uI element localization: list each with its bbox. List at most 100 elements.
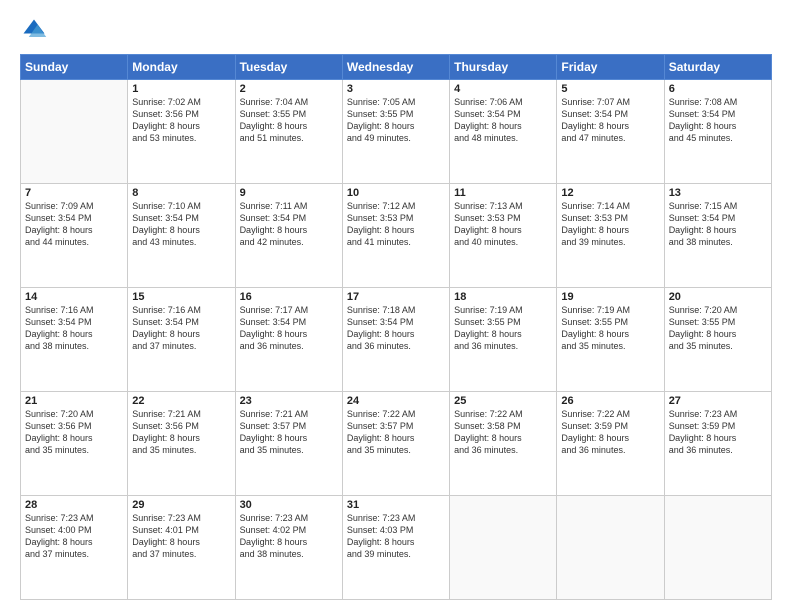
- day-number: 4: [454, 83, 552, 95]
- calendar-cell: 4Sunrise: 7:06 AMSunset: 3:54 PMDaylight…: [450, 80, 557, 184]
- calendar-cell: 10Sunrise: 7:12 AMSunset: 3:53 PMDayligh…: [342, 184, 449, 288]
- day-info: Sunrise: 7:08 AMSunset: 3:54 PMDaylight:…: [669, 96, 767, 145]
- calendar-cell: 17Sunrise: 7:18 AMSunset: 3:54 PMDayligh…: [342, 288, 449, 392]
- day-number: 23: [240, 395, 338, 407]
- weekday-sunday: Sunday: [21, 55, 128, 80]
- calendar-cell: 8Sunrise: 7:10 AMSunset: 3:54 PMDaylight…: [128, 184, 235, 288]
- calendar-cell: 7Sunrise: 7:09 AMSunset: 3:54 PMDaylight…: [21, 184, 128, 288]
- day-number: 17: [347, 291, 445, 303]
- calendar-cell: 29Sunrise: 7:23 AMSunset: 4:01 PMDayligh…: [128, 496, 235, 600]
- weekday-thursday: Thursday: [450, 55, 557, 80]
- day-info: Sunrise: 7:17 AMSunset: 3:54 PMDaylight:…: [240, 304, 338, 353]
- day-info: Sunrise: 7:16 AMSunset: 3:54 PMDaylight:…: [132, 304, 230, 353]
- day-number: 24: [347, 395, 445, 407]
- day-number: 7: [25, 187, 123, 199]
- calendar-cell: 26Sunrise: 7:22 AMSunset: 3:59 PMDayligh…: [557, 392, 664, 496]
- calendar-cell: [450, 496, 557, 600]
- day-number: 10: [347, 187, 445, 199]
- page: SundayMondayTuesdayWednesdayThursdayFrid…: [0, 0, 792, 612]
- calendar-cell: [21, 80, 128, 184]
- weekday-monday: Monday: [128, 55, 235, 80]
- day-number: 18: [454, 291, 552, 303]
- weekday-tuesday: Tuesday: [235, 55, 342, 80]
- calendar-cell: 1Sunrise: 7:02 AMSunset: 3:56 PMDaylight…: [128, 80, 235, 184]
- day-number: 1: [132, 83, 230, 95]
- day-number: 21: [25, 395, 123, 407]
- day-info: Sunrise: 7:05 AMSunset: 3:55 PMDaylight:…: [347, 96, 445, 145]
- day-number: 14: [25, 291, 123, 303]
- day-number: 16: [240, 291, 338, 303]
- calendar-cell: 16Sunrise: 7:17 AMSunset: 3:54 PMDayligh…: [235, 288, 342, 392]
- day-info: Sunrise: 7:23 AMSunset: 4:00 PMDaylight:…: [25, 512, 123, 561]
- day-number: 28: [25, 499, 123, 511]
- day-number: 29: [132, 499, 230, 511]
- calendar-table: SundayMondayTuesdayWednesdayThursdayFrid…: [20, 54, 772, 600]
- day-info: Sunrise: 7:23 AMSunset: 4:02 PMDaylight:…: [240, 512, 338, 561]
- day-info: Sunrise: 7:10 AMSunset: 3:54 PMDaylight:…: [132, 200, 230, 249]
- calendar-cell: 11Sunrise: 7:13 AMSunset: 3:53 PMDayligh…: [450, 184, 557, 288]
- calendar-cell: 15Sunrise: 7:16 AMSunset: 3:54 PMDayligh…: [128, 288, 235, 392]
- calendar-cell: 22Sunrise: 7:21 AMSunset: 3:56 PMDayligh…: [128, 392, 235, 496]
- day-info: Sunrise: 7:22 AMSunset: 3:59 PMDaylight:…: [561, 408, 659, 457]
- calendar-cell: 21Sunrise: 7:20 AMSunset: 3:56 PMDayligh…: [21, 392, 128, 496]
- day-info: Sunrise: 7:19 AMSunset: 3:55 PMDaylight:…: [561, 304, 659, 353]
- logo: [20, 16, 52, 44]
- day-info: Sunrise: 7:09 AMSunset: 3:54 PMDaylight:…: [25, 200, 123, 249]
- day-info: Sunrise: 7:02 AMSunset: 3:56 PMDaylight:…: [132, 96, 230, 145]
- calendar-week-3: 14 Sunrise: 7:16 AMSunset: 3:54 PMDayligh…: [21, 288, 772, 392]
- day-info: Sunrise: 7:11 AMSunset: 3:54 PMDaylight:…: [240, 200, 338, 249]
- day-number: 20: [669, 291, 767, 303]
- calendar-cell: 31Sunrise: 7:23 AMSunset: 4:03 PMDayligh…: [342, 496, 449, 600]
- day-number: 22: [132, 395, 230, 407]
- day-info: Sunrise: 7:23 AMSunset: 4:03 PMDaylight:…: [347, 512, 445, 561]
- weekday-header-row: SundayMondayTuesdayWednesdayThursdayFrid…: [21, 55, 772, 80]
- day-info: Sunrise: 7:04 AMSunset: 3:55 PMDaylight:…: [240, 96, 338, 145]
- day-info: Sunrise: 7:14 AMSunset: 3:53 PMDaylight:…: [561, 200, 659, 249]
- day-info: Sunrise: 7:20 AMSunset: 3:56 PMDaylight:…: [25, 408, 123, 457]
- day-number: 5: [561, 83, 659, 95]
- day-number: 8: [132, 187, 230, 199]
- day-info: Sunrise: 7:23 AMSunset: 3:59 PMDaylight:…: [669, 408, 767, 457]
- day-info: Sunrise: 7:18 AMSunset: 3:54 PMDaylight:…: [347, 304, 445, 353]
- calendar-week-5: 28Sunrise: 7:23 AMSunset: 4:00 PMDayligh…: [21, 496, 772, 600]
- day-info: Sunrise: 7:20 AMSunset: 3:55 PMDaylight:…: [669, 304, 767, 353]
- calendar-cell: 19Sunrise: 7:19 AMSunset: 3:55 PMDayligh…: [557, 288, 664, 392]
- header: [20, 16, 772, 44]
- calendar-cell: 5Sunrise: 7:07 AMSunset: 3:54 PMDaylight…: [557, 80, 664, 184]
- day-info: Sunrise: 7:13 AMSunset: 3:53 PMDaylight:…: [454, 200, 552, 249]
- day-info: Sunrise: 7:07 AMSunset: 3:54 PMDaylight:…: [561, 96, 659, 145]
- calendar-cell: 27Sunrise: 7:23 AMSunset: 3:59 PMDayligh…: [664, 392, 771, 496]
- calendar-cell: 23Sunrise: 7:21 AMSunset: 3:57 PMDayligh…: [235, 392, 342, 496]
- day-info: Sunrise: 7:23 AMSunset: 4:01 PMDaylight:…: [132, 512, 230, 561]
- day-number: 30: [240, 499, 338, 511]
- calendar-cell: 2Sunrise: 7:04 AMSunset: 3:55 PMDaylight…: [235, 80, 342, 184]
- day-number: 19: [561, 291, 659, 303]
- day-info: Sunrise: 7:06 AMSunset: 3:54 PMDaylight:…: [454, 96, 552, 145]
- day-info: Sunrise: 7:21 AMSunset: 3:57 PMDaylight:…: [240, 408, 338, 457]
- calendar-cell: 9Sunrise: 7:11 AMSunset: 3:54 PMDaylight…: [235, 184, 342, 288]
- calendar-cell: [557, 496, 664, 600]
- day-info: Sunrise: 7:21 AMSunset: 3:56 PMDaylight:…: [132, 408, 230, 457]
- calendar-cell: [664, 496, 771, 600]
- calendar-cell: 24Sunrise: 7:22 AMSunset: 3:57 PMDayligh…: [342, 392, 449, 496]
- calendar-cell: 12Sunrise: 7:14 AMSunset: 3:53 PMDayligh…: [557, 184, 664, 288]
- calendar-cell: 20Sunrise: 7:20 AMSunset: 3:55 PMDayligh…: [664, 288, 771, 392]
- calendar-week-4: 21Sunrise: 7:20 AMSunset: 3:56 PMDayligh…: [21, 392, 772, 496]
- calendar-cell: 25Sunrise: 7:22 AMSunset: 3:58 PMDayligh…: [450, 392, 557, 496]
- calendar-cell: 13Sunrise: 7:15 AMSunset: 3:54 PMDayligh…: [664, 184, 771, 288]
- calendar-cell: 14Sunrise: 7:16 AMSunset: 3:54 PMDayligh…: [21, 288, 128, 392]
- day-info: Sunrise: 7:22 AMSunset: 3:57 PMDaylight:…: [347, 408, 445, 457]
- day-info: Sunrise: 7:22 AMSunset: 3:58 PMDaylight:…: [454, 408, 552, 457]
- calendar-week-1: 1Sunrise: 7:02 AMSunset: 3:56 PMDaylight…: [21, 80, 772, 184]
- weekday-wednesday: Wednesday: [342, 55, 449, 80]
- day-number: 6: [669, 83, 767, 95]
- day-info: Sunrise: 7:15 AMSunset: 3:54 PMDaylight:…: [669, 200, 767, 249]
- day-number: 31: [347, 499, 445, 511]
- calendar-cell: 3Sunrise: 7:05 AMSunset: 3:55 PMDaylight…: [342, 80, 449, 184]
- day-number: 12: [561, 187, 659, 199]
- calendar-week-2: 7Sunrise: 7:09 AMSunset: 3:54 PMDaylight…: [21, 184, 772, 288]
- calendar-cell: 18Sunrise: 7:19 AMSunset: 3:55 PMDayligh…: [450, 288, 557, 392]
- calendar-cell: 6Sunrise: 7:08 AMSunset: 3:54 PMDaylight…: [664, 80, 771, 184]
- day-number: 26: [561, 395, 659, 407]
- day-number: 3: [347, 83, 445, 95]
